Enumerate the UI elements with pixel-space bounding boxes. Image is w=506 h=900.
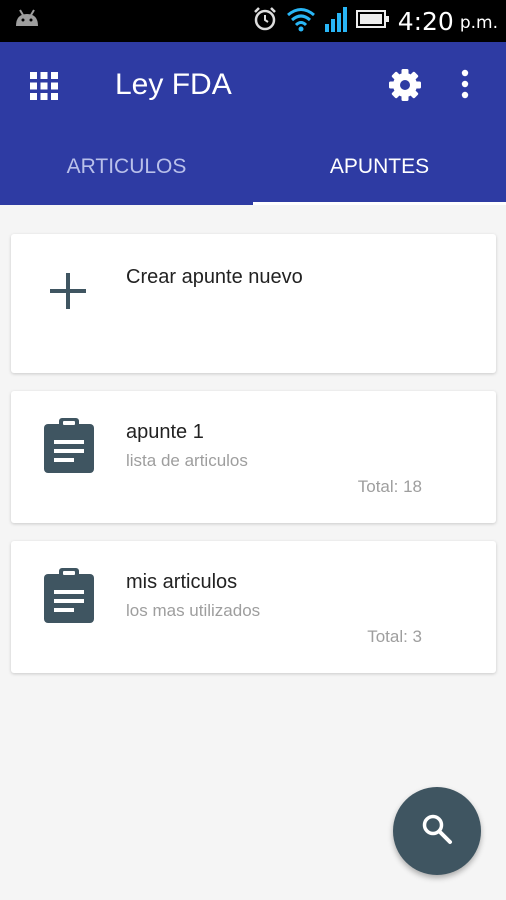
search-icon — [421, 813, 453, 850]
wifi-icon — [286, 6, 316, 37]
note-total: Total: 3 — [367, 627, 422, 646]
battery-icon — [355, 9, 390, 34]
tab-articulos[interactable]: ARTICULOS — [0, 137, 253, 205]
tab-bar: ARTICULOS APUNTES — [0, 137, 506, 205]
app-title: Ley FDA — [115, 68, 232, 101]
plus-icon — [49, 272, 87, 315]
clipboard-icon — [43, 568, 95, 629]
create-note-label: Crear apunte nuevo — [126, 266, 303, 288]
grid-icon[interactable] — [30, 72, 58, 105]
clock-ampm: p.m. — [459, 13, 498, 33]
tab-apuntes[interactable]: APUNTES — [253, 137, 506, 205]
note-total: Total: 18 — [357, 477, 422, 496]
status-bar: 4:20 p.m. — [0, 0, 506, 42]
more-vert-icon[interactable] — [460, 69, 470, 104]
alarm-icon — [252, 6, 278, 37]
list-item[interactable]: apunte 1 lista de articulos Total: 18 — [11, 391, 496, 523]
signal-icon — [324, 6, 348, 37]
create-note-card[interactable]: Crear apunte nuevo — [11, 234, 496, 373]
android-icon — [14, 8, 40, 33]
tab-indicator — [253, 202, 506, 205]
note-subtitle: los mas utilizados — [126, 601, 261, 620]
clipboard-icon — [43, 418, 95, 479]
note-title: mis articulos — [126, 571, 238, 593]
note-subtitle: lista de articulos — [126, 451, 248, 470]
note-title: apunte 1 — [126, 421, 204, 443]
app-bar: Ley FDA ARTICULOS APUNTES — [0, 42, 506, 205]
gear-icon[interactable] — [388, 68, 422, 107]
list-item[interactable]: mis articulos los mas utilizados Total: … — [11, 541, 496, 673]
search-fab-button[interactable] — [393, 787, 481, 875]
clock-time: 4:20 — [397, 6, 454, 36]
